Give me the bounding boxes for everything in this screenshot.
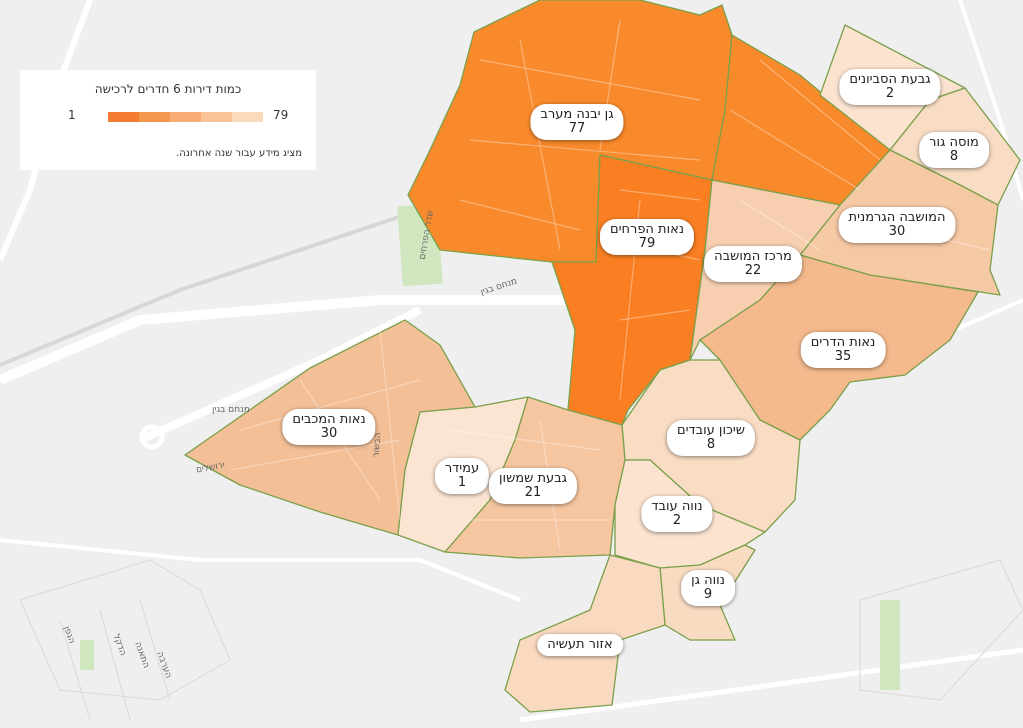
bubble-name: נווה גן	[691, 573, 725, 588]
bubble-value: 77	[568, 121, 586, 136]
street-label-begin-west: מנחם בגין	[212, 405, 250, 415]
bubble-value: 35	[834, 349, 852, 364]
legend-swatch	[232, 112, 263, 122]
bubble-value: 21	[524, 485, 542, 500]
bubble-merkaz-hamoshava[interactable]: מרכז המושבה 22	[704, 246, 802, 282]
bubble-hamoshava-hagermanit[interactable]: המושבה הגרמנית 30	[838, 207, 956, 243]
bubble-name: מוסה גור	[929, 135, 979, 150]
bubble-value: 30	[320, 426, 338, 441]
legend-swatch	[170, 112, 201, 122]
bubble-amidar[interactable]: עמידר 1	[434, 458, 490, 494]
bubble-name: גבעת שמשון	[498, 471, 568, 486]
bubble-neve-oved[interactable]: נווה עובד 2	[641, 496, 713, 532]
bubble-name: גן יבנה מערב	[540, 107, 614, 122]
bubble-name: מרכז המושבה	[714, 249, 792, 264]
bubble-value: 8	[949, 149, 959, 164]
bubble-name: שיכון עובדים	[676, 423, 746, 438]
legend-color-scale	[108, 112, 263, 122]
bubble-musa-gur[interactable]: מוסה גור 8	[919, 132, 989, 168]
bubble-name: נאות המכבים	[292, 412, 366, 427]
bubble-name: נאות הפרחים	[609, 222, 685, 237]
legend-note: מציג מידע עבור שנה אחרונה.	[176, 148, 302, 159]
bubble-givat-shimshon[interactable]: גבעת שמשון 21	[488, 468, 578, 504]
legend-title: כמות דירות 6 חדרים לרכישה	[94, 82, 242, 96]
bubble-value: 9	[703, 587, 713, 602]
bubble-neot-hadarim[interactable]: נאות הדרים 35	[800, 332, 886, 368]
bubble-value: 1	[457, 475, 467, 490]
legend-swatch	[108, 112, 139, 122]
bubble-neot-hamaccabim[interactable]: נאות המכבים 30	[282, 409, 376, 445]
bubble-neve-gan[interactable]: נווה גן 9	[681, 570, 735, 606]
bubble-name: אזור תעשיה	[547, 637, 613, 652]
bubble-value: 2	[885, 86, 895, 101]
bubble-azor-taasiya[interactable]: אזור תעשיה	[537, 634, 623, 656]
bubble-shikun-ovdim[interactable]: שיכון עובדים 8	[666, 420, 756, 456]
bubble-name: גבעת הסביונים	[849, 72, 931, 87]
bubble-value: 8	[706, 437, 716, 452]
bubble-name: המושבה הגרמנית	[848, 210, 946, 225]
bubble-value: 22	[744, 263, 762, 278]
bubble-name: נאות הדרים	[810, 335, 876, 350]
bubble-name: נווה עובד	[651, 499, 703, 514]
legend-min: 1	[68, 108, 76, 122]
bubble-value: 30	[888, 224, 906, 239]
bubble-value: 2	[672, 513, 682, 528]
bubble-value: 79	[638, 236, 656, 251]
legend: כמות דירות 6 חדרים לרכישה 1 79 מציג מידע…	[20, 70, 316, 170]
bubble-neot-haprachim[interactable]: נאות הפרחים 79	[599, 219, 695, 255]
bubble-givat-hasavyonim[interactable]: גבעת הסביונים 2	[839, 69, 941, 105]
bubble-name: עמידר	[444, 461, 480, 476]
legend-swatch	[201, 112, 232, 122]
legend-max: 79	[273, 108, 289, 122]
bubble-gan-yavne-maarav[interactable]: גן יבנה מערב 77	[530, 104, 624, 140]
legend-swatch	[139, 112, 170, 122]
